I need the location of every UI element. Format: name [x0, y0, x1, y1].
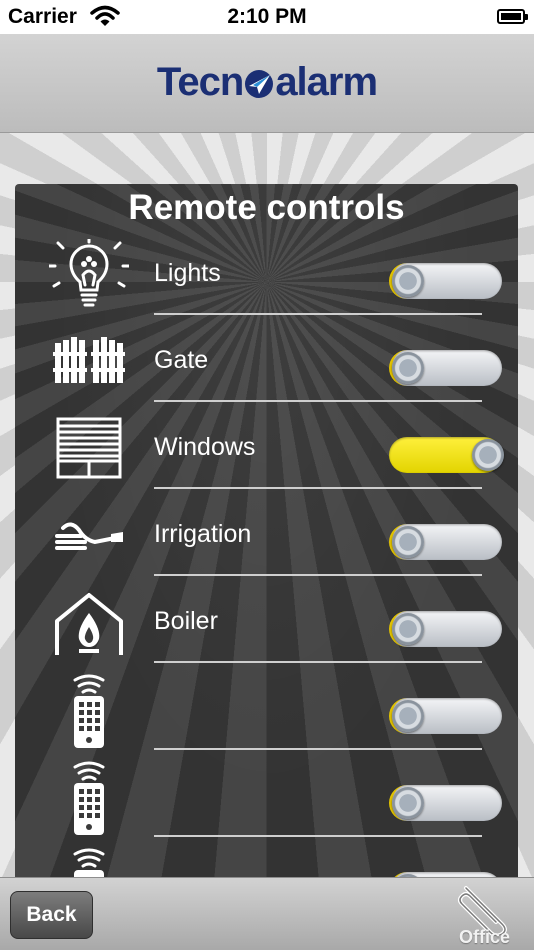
remote-controls-panel: Remote controls Lights Gate Windows Irri… [15, 184, 518, 884]
toggle-knob [392, 265, 424, 297]
row-label: Irrigation [154, 520, 252, 548]
row-divider [154, 400, 482, 402]
battery-icon [497, 9, 528, 24]
remote-7-toggle[interactable] [389, 785, 502, 821]
remote-control-row-lights: Lights [15, 239, 518, 326]
hose-icon [55, 522, 123, 550]
tecnoalarm-logo: Tecn alarm [0, 60, 534, 105]
boiler-flame-icon [55, 593, 123, 655]
row-label: Lights [154, 259, 221, 287]
paper-plane-logo-icon [245, 70, 274, 98]
gate-toggle[interactable] [389, 350, 502, 386]
remote-control-row-irrigation: Irrigation [15, 500, 518, 587]
toggle-knob [392, 352, 424, 384]
status-bar: Carrier 2:10 PM [0, 0, 534, 34]
toggle-knob [392, 613, 424, 645]
status-time: 2:10 PM [227, 5, 307, 28]
app-header: Tecn alarm [0, 34, 534, 133]
logo-text-left: Tecn [156, 60, 244, 104]
remote-control-row-6 [15, 674, 518, 761]
row-label: Boiler [154, 607, 218, 635]
row-divider [154, 313, 482, 315]
remote-control-row-windows: Windows [15, 413, 518, 500]
windows-toggle[interactable] [389, 437, 504, 473]
toggle-knob [472, 439, 504, 471]
panel-title: Remote controls [128, 188, 405, 227]
row-label: Gate [154, 346, 209, 374]
back-button[interactable]: Back [10, 891, 93, 939]
remote-control-icon [73, 761, 105, 835]
row-divider [154, 574, 482, 576]
row-divider [154, 487, 482, 489]
remote-control-row-gate: Gate [15, 326, 518, 413]
lights-toggle[interactable] [389, 263, 502, 299]
row-divider [154, 748, 482, 750]
row-label: Windows [154, 433, 256, 461]
remote-control-icon [73, 674, 105, 748]
toggle-knob [392, 700, 424, 732]
toggle-knob [392, 787, 424, 819]
remote-control-row-boiler: Boiler [15, 587, 518, 674]
lightbulb-icon [49, 239, 129, 307]
bottom-toolbar: Back Office [0, 877, 534, 950]
irrigation-toggle[interactable] [389, 524, 502, 560]
toggle-knob [392, 526, 424, 558]
row-divider [154, 661, 482, 663]
gate-icon [53, 337, 125, 383]
row-divider [154, 835, 482, 837]
remote-6-toggle[interactable] [389, 698, 502, 734]
shutter-icon [56, 417, 122, 479]
boiler-toggle[interactable] [389, 611, 502, 647]
logo-text-right: alarm [275, 60, 378, 104]
remote-control-row-7 [15, 761, 518, 848]
office-label[interactable]: Office [459, 927, 510, 948]
